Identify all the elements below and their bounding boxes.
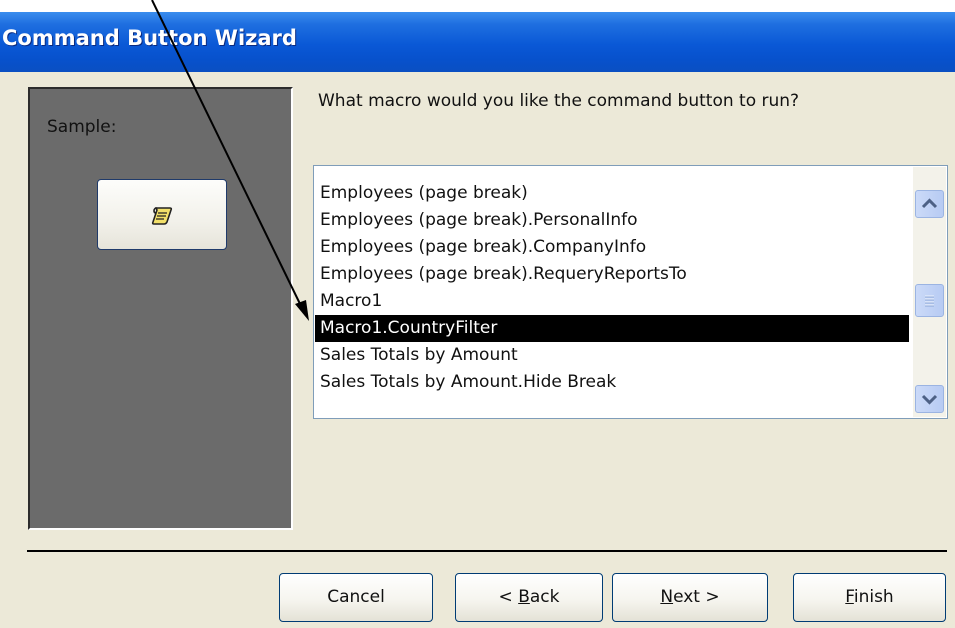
next-accelerator: N: [660, 587, 674, 607]
finish-button[interactable]: Finish: [793, 573, 946, 622]
macro-scroll-icon: [151, 207, 173, 225]
sample-label: Sample:: [47, 117, 117, 137]
list-item[interactable]: Employees (page break).PersonalInfo: [315, 207, 909, 234]
back-prefix: <: [498, 587, 519, 607]
list-item[interactable]: Sales Totals by Amount: [315, 342, 909, 369]
macro-listbox[interactable]: Employees (page break) Employees (page br…: [313, 165, 948, 419]
window-title: Command Button Wizard: [2, 26, 297, 50]
next-button[interactable]: Next >: [612, 573, 768, 622]
list-item[interactable]: Employees (page break).RequeryReportsTo: [315, 261, 909, 288]
next-label-rest: ext >: [673, 587, 720, 607]
finish-accelerator: F: [845, 587, 854, 607]
chevron-down-icon: [921, 394, 938, 405]
scroll-up-button[interactable]: [915, 190, 944, 218]
list-item[interactable]: Employees (page break): [315, 180, 909, 207]
back-label-rest: ack: [529, 587, 560, 607]
listbox-scrollbar[interactable]: [913, 167, 946, 417]
scroll-down-button[interactable]: [915, 385, 944, 413]
scroll-thumb[interactable]: [915, 284, 944, 317]
button-divider: [27, 550, 947, 552]
back-accelerator: B: [518, 587, 530, 607]
macro-list-items: Employees (page break) Employees (page br…: [315, 180, 909, 396]
list-item[interactable]: Macro1: [315, 288, 909, 315]
wizard-window: Command Button Wizard Sample: What macro…: [0, 12, 955, 628]
list-item[interactable]: Employees (page break).CompanyInfo: [315, 234, 909, 261]
grip-icon: [925, 295, 934, 307]
finish-label-rest: inish: [853, 587, 894, 607]
title-bar: Command Button Wizard: [0, 12, 955, 72]
back-button[interactable]: < Back: [455, 573, 603, 622]
wizard-prompt: What macro would you like the command bu…: [318, 91, 800, 111]
list-item[interactable]: Macro1.CountryFilter: [315, 315, 909, 342]
cancel-button[interactable]: Cancel: [279, 573, 433, 622]
chevron-up-icon: [921, 198, 938, 209]
sample-command-button: [97, 179, 227, 250]
list-item[interactable]: Sales Totals by Amount.Hide Break: [315, 369, 909, 396]
sample-panel: Sample:: [28, 87, 293, 530]
